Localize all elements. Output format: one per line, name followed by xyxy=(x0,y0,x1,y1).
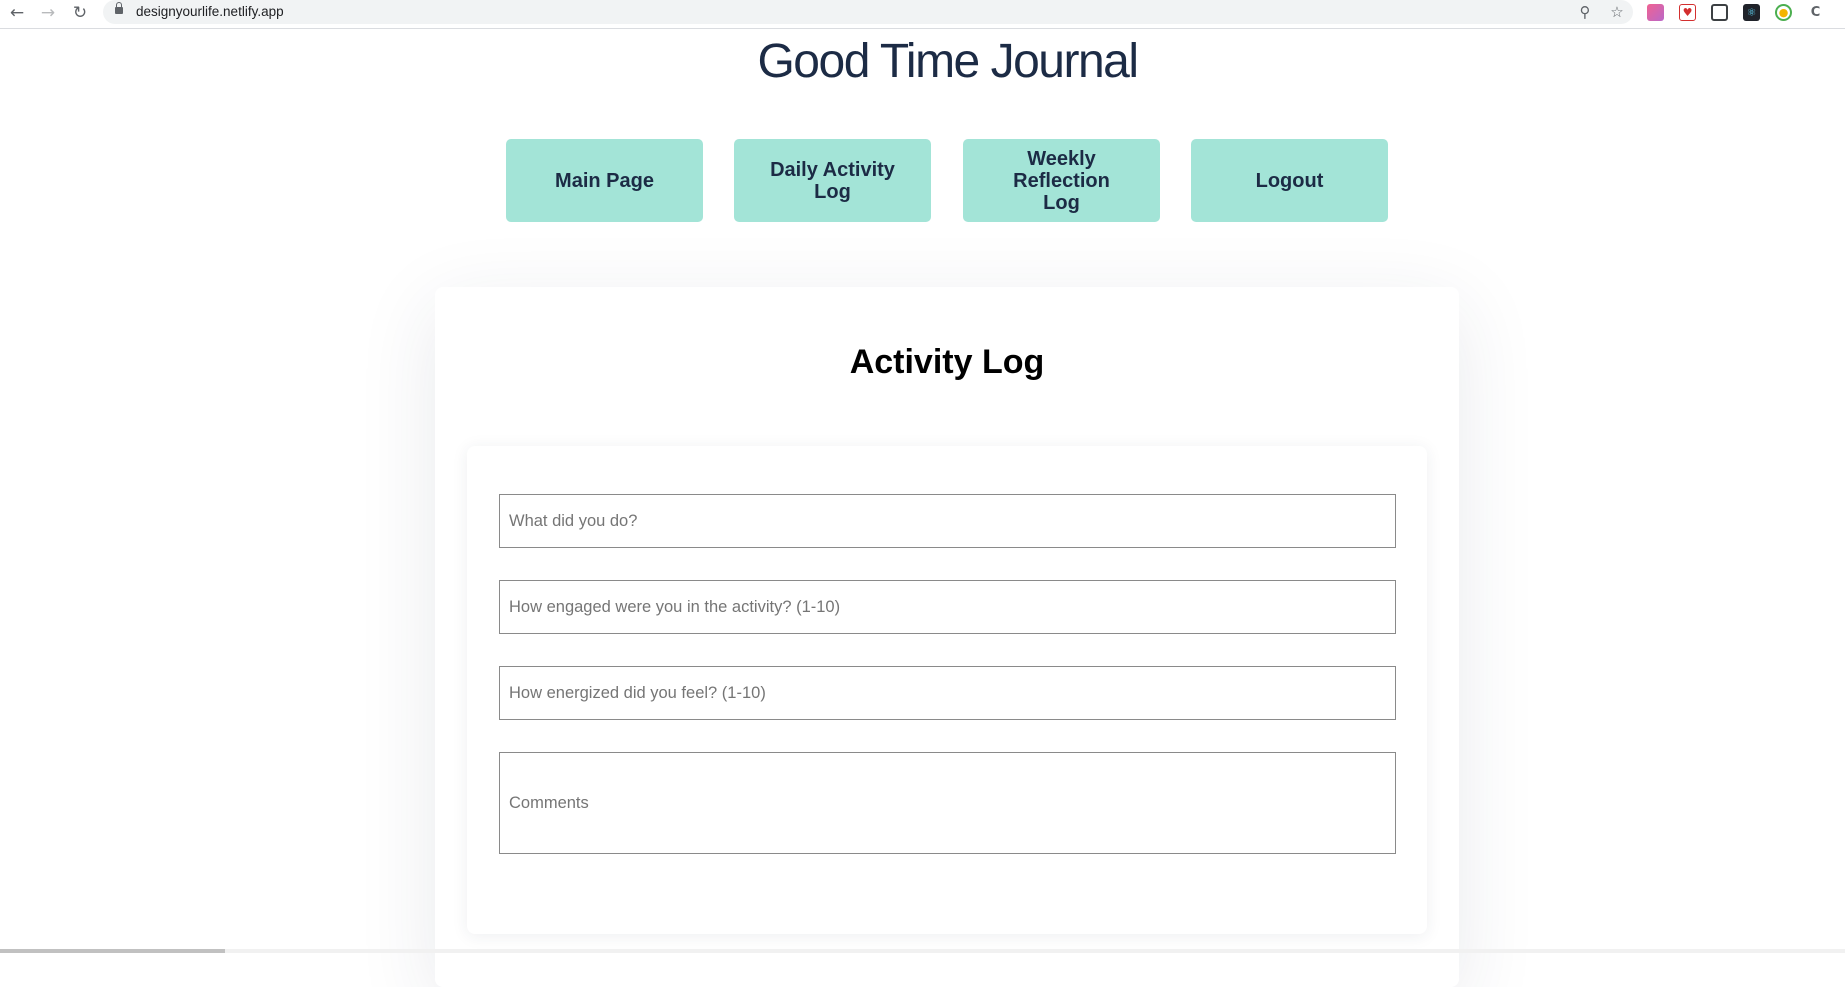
reload-icon[interactable]: ↻ xyxy=(69,2,91,24)
scrollbar-thumb[interactable] xyxy=(0,949,225,953)
back-arrow-icon[interactable]: ← xyxy=(6,2,28,24)
extension-gradient-icon[interactable] xyxy=(1647,4,1664,21)
address-bar[interactable]: designyourlife.netlify.app ⚲ ☆ xyxy=(103,0,1633,24)
nav-logout[interactable]: Logout xyxy=(1191,139,1388,222)
browser-toolbar: ← → ↻ designyourlife.netlify.app ⚲ ☆ ♥ ⚛… xyxy=(0,0,1845,29)
extension-c-icon[interactable]: C xyxy=(1807,4,1824,21)
extension-react-devtools-icon[interactable]: ⚛ xyxy=(1743,4,1760,21)
star-icon[interactable]: ☆ xyxy=(1607,2,1627,22)
main-nav: Main Page Daily Activity Log Weekly Refl… xyxy=(506,139,1388,222)
extension-screenshot-icon[interactable] xyxy=(1711,4,1728,21)
extension-color-picker-icon[interactable]: ● xyxy=(1775,4,1792,21)
energy-input[interactable] xyxy=(499,666,1396,720)
horizontal-scrollbar[interactable] xyxy=(0,949,1845,953)
engagement-input[interactable] xyxy=(499,580,1396,634)
activity-log-title: Activity Log xyxy=(849,343,1045,381)
extension-pocket-icon[interactable]: ♥ xyxy=(1679,4,1696,21)
nav-main-page[interactable]: Main Page xyxy=(506,139,703,222)
activity-input[interactable] xyxy=(499,494,1396,548)
activity-log-form xyxy=(467,446,1427,934)
nav-daily-activity-log[interactable]: Daily Activity Log xyxy=(734,139,931,222)
nav-weekly-reflection-log[interactable]: Weekly Reflection Log xyxy=(963,139,1160,222)
key-icon[interactable]: ⚲ xyxy=(1575,2,1595,22)
activity-log-card: Activity Log xyxy=(435,287,1459,987)
lock-icon xyxy=(115,2,123,14)
comments-input[interactable] xyxy=(499,752,1396,854)
site-title: Good Time Journal xyxy=(757,35,1139,88)
forward-arrow-icon[interactable]: → xyxy=(37,2,59,24)
url-text[interactable]: designyourlife.netlify.app xyxy=(136,4,284,19)
